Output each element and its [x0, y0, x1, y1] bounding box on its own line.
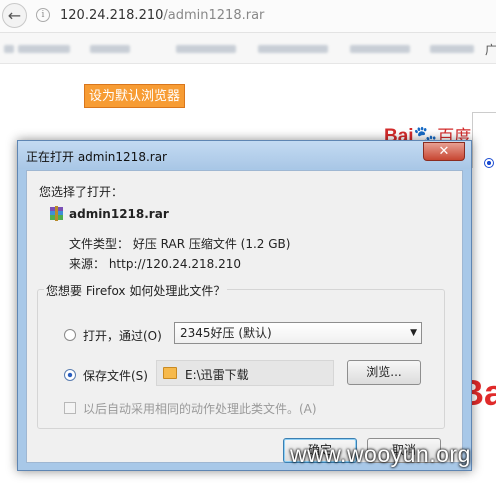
url-path: /admin1218.rar [163, 8, 265, 23]
bookmarks-bar: 广 [0, 33, 496, 64]
set-default-browser-button[interactable]: 设为默认浏览器 [84, 84, 185, 108]
open-with-select[interactable]: 2345好压 (默认) ▼ [174, 322, 422, 344]
browse-button[interactable]: 浏览... [347, 360, 421, 385]
back-button[interactable]: ← [2, 3, 27, 28]
bookmark-item[interactable] [4, 45, 14, 53]
bookmark-item[interactable] [430, 45, 474, 53]
save-path-text: E:\迅雷下载 [185, 368, 249, 382]
address-bar: ← i 120.24.218.210/admin1218.rar [0, 0, 496, 33]
save-file-label[interactable]: 保存文件(S) [83, 367, 148, 384]
file-type: 文件类型： 好压 RAR 压缩文件 (1.2 GB) [69, 237, 291, 251]
file-name: admin1218.rar [69, 207, 169, 221]
remember-checkbox[interactable] [64, 402, 76, 414]
page-radio[interactable] [484, 158, 494, 168]
rar-file-icon [50, 206, 63, 221]
open-with-label[interactable]: 打开，通过(O) [83, 327, 162, 344]
remember-label: 以后自动采用相同的动作处理此类文件。(A) [83, 402, 317, 416]
bookmark-item[interactable] [176, 45, 236, 53]
dialog-titlebar[interactable]: 正在打开 admin1218.rar ✕ [18, 141, 471, 169]
bookmark-item[interactable] [90, 45, 130, 53]
save-path-field: E:\迅雷下载 [156, 360, 334, 386]
save-file-radio[interactable] [64, 369, 76, 381]
dialog-body: 您选择了打开： admin1218.rar 文件类型： 好压 RAR 压缩文件 … [26, 170, 463, 463]
dialog-title: 正在打开 admin1218.rar [26, 150, 167, 164]
watermark: www.wooyun.org [290, 441, 471, 467]
folder-icon [163, 367, 177, 379]
close-icon[interactable]: ✕ [423, 142, 465, 161]
open-with-radio[interactable] [64, 329, 76, 341]
open-file-dialog: 正在打开 admin1218.rar ✕ 您选择了打开： admin1218.r… [17, 140, 472, 471]
bookmark-item[interactable] [258, 45, 328, 53]
url-field[interactable]: 120.24.218.210/admin1218.rar [60, 8, 264, 23]
bookmark-item[interactable] [350, 45, 410, 53]
url-host: 120.24.218.210 [60, 8, 164, 23]
dropdown-arrow-icon: ▼ [410, 328, 417, 338]
back-arrow-icon: ← [7, 6, 22, 25]
bookmark-item[interactable]: 广 [485, 41, 496, 58]
info-icon[interactable]: i [36, 8, 50, 22]
open-with-app: 2345好压 (默认) [180, 326, 272, 340]
file-source: 来源： http://120.24.218.210 [69, 257, 242, 271]
action-group-label: 您想要 Firefox 如何处理此文件？ [44, 282, 228, 299]
action-group: 您想要 Firefox 如何处理此文件？ 打开，通过(O) 2345好压 (默认… [37, 282, 445, 429]
bookmark-item[interactable] [18, 45, 70, 53]
chose-label: 您选择了打开： [39, 185, 124, 199]
